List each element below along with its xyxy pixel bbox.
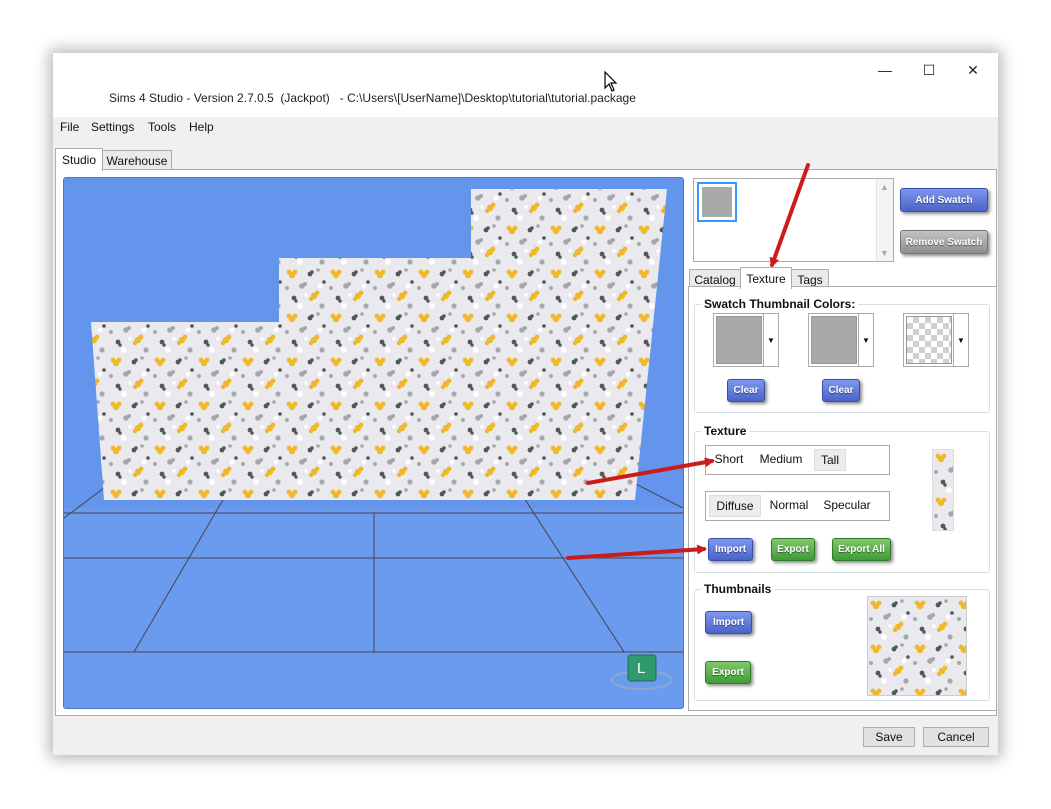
- size-tall-option[interactable]: Tall: [814, 449, 846, 471]
- app-window: Sims 4 Studio - Version 2.7.0.5 (Jackpot…: [53, 53, 998, 755]
- texture-preview-pattern: [933, 450, 953, 530]
- size-short-option[interactable]: Short: [711, 449, 747, 469]
- menu-tools[interactable]: Tools: [148, 120, 176, 134]
- texture-export-all-button[interactable]: Export All: [832, 538, 891, 561]
- clear-color-2-button[interactable]: Clear: [822, 379, 860, 402]
- swatch-scrollbar[interactable]: ▲ ▼: [876, 179, 893, 261]
- thumbnails-group: Thumbnails Import Export: [694, 582, 990, 701]
- tab-warehouse[interactable]: Warehouse: [102, 150, 172, 171]
- view-gizmo-label: L: [637, 660, 646, 677]
- scroll-up-icon[interactable]: ▲: [880, 182, 889, 192]
- chevron-down-icon[interactable]: ▼: [858, 314, 873, 366]
- thumbnail-preview-image: [867, 596, 967, 696]
- scroll-down-icon[interactable]: ▼: [880, 248, 889, 258]
- swatch-color: [702, 187, 732, 217]
- add-swatch-button[interactable]: Add Swatch: [900, 188, 988, 212]
- menu-bar: File Settings Tools Help: [53, 117, 998, 139]
- thumbnails-title: Thumbnails: [701, 582, 775, 596]
- studio-content: L ▲ ▼ Add Swatch Remove Swatch Catalog T…: [55, 169, 997, 716]
- wall-preview: [91, 189, 667, 500]
- texture-tab-panel: Swatch Thumbnail Colors: ▼ ▼ ▼ Clear Cle…: [688, 286, 997, 711]
- swatch-item[interactable]: [697, 182, 737, 222]
- maximize-button[interactable]: ☐: [907, 57, 951, 83]
- close-button[interactable]: ✕: [951, 57, 995, 83]
- texture-map-selector[interactable]: Diffuse Normal Specular: [705, 491, 890, 521]
- color-picker-2[interactable]: ▼: [808, 313, 874, 367]
- texture-import-button[interactable]: Import: [708, 538, 753, 561]
- viewport-scene: [64, 189, 683, 708]
- window-title: Sims 4 Studio - Version 2.7.0.5 (Jackpot…: [109, 91, 636, 105]
- menu-help[interactable]: Help: [189, 120, 214, 134]
- map-diffuse-option[interactable]: Diffuse: [709, 495, 761, 517]
- swatch-list[interactable]: ▲ ▼: [693, 178, 894, 262]
- map-normal-option[interactable]: Normal: [764, 495, 814, 515]
- preview-viewport[interactable]: L: [63, 177, 684, 709]
- cancel-button[interactable]: Cancel: [923, 727, 989, 747]
- color-swatch-1: [716, 316, 762, 364]
- tab-texture[interactable]: Texture: [740, 267, 792, 289]
- map-specular-option[interactable]: Specular: [818, 495, 876, 515]
- save-button[interactable]: Save: [863, 727, 915, 747]
- color-picker-3[interactable]: ▼: [903, 313, 969, 367]
- thumbnail-export-button[interactable]: Export: [705, 661, 751, 684]
- color-picker-1[interactable]: ▼: [713, 313, 779, 367]
- thumbnail-preview-pattern: [868, 597, 966, 695]
- title-bar: Sims 4 Studio - Version 2.7.0.5 (Jackpot…: [53, 53, 998, 117]
- texture-size-selector[interactable]: Short Medium Tall: [705, 445, 890, 475]
- texture-preview-image: [932, 449, 954, 531]
- thumbnail-colors-group: Swatch Thumbnail Colors: ▼ ▼ ▼ Clear Cle…: [694, 297, 990, 413]
- chevron-down-icon[interactable]: ▼: [953, 314, 968, 366]
- tab-studio[interactable]: Studio: [55, 148, 103, 171]
- minimize-button[interactable]: —: [863, 57, 907, 83]
- texture-export-button[interactable]: Export: [771, 538, 815, 561]
- mouse-cursor-icon: [604, 71, 618, 92]
- color-swatch-2: [811, 316, 857, 364]
- chevron-down-icon[interactable]: ▼: [763, 314, 778, 366]
- texture-title: Texture: [701, 424, 750, 438]
- size-medium-option[interactable]: Medium: [754, 449, 808, 469]
- thumbnail-import-button[interactable]: Import: [705, 611, 752, 634]
- clear-color-1-button[interactable]: Clear: [727, 379, 765, 402]
- thumbnail-colors-title: Swatch Thumbnail Colors:: [701, 297, 859, 311]
- menu-settings[interactable]: Settings: [91, 120, 134, 134]
- remove-swatch-button[interactable]: Remove Swatch: [900, 230, 988, 254]
- color-swatch-3: [906, 316, 952, 364]
- menu-file[interactable]: File: [60, 120, 79, 134]
